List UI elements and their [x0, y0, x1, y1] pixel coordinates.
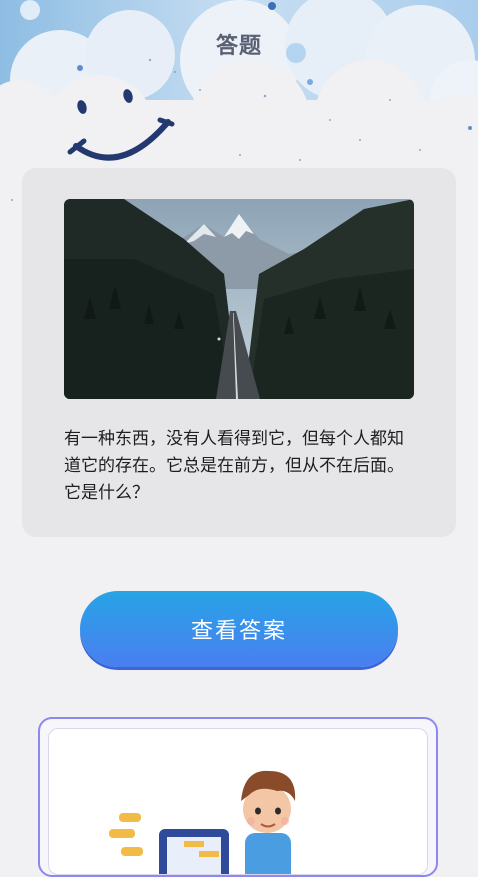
- promo-illustration-panel: [48, 728, 428, 875]
- show-answer-button[interactable]: 查看答案: [80, 591, 398, 667]
- page-title: 答题: [215, 34, 262, 59]
- kid-math-illustration: [109, 770, 296, 874]
- question-card: 有一种东西，没有人看得到它，但每个人都知道它的存在。它总是在前方，但从不在后面。…: [22, 168, 456, 537]
- mountain-road-illustration: [64, 199, 414, 399]
- question-image: [64, 199, 414, 399]
- promo-card: [38, 717, 438, 877]
- question-text: 有一种东西，没有人看得到它，但每个人都知道它的存在。它总是在前方，但从不在后面。…: [64, 429, 404, 503]
